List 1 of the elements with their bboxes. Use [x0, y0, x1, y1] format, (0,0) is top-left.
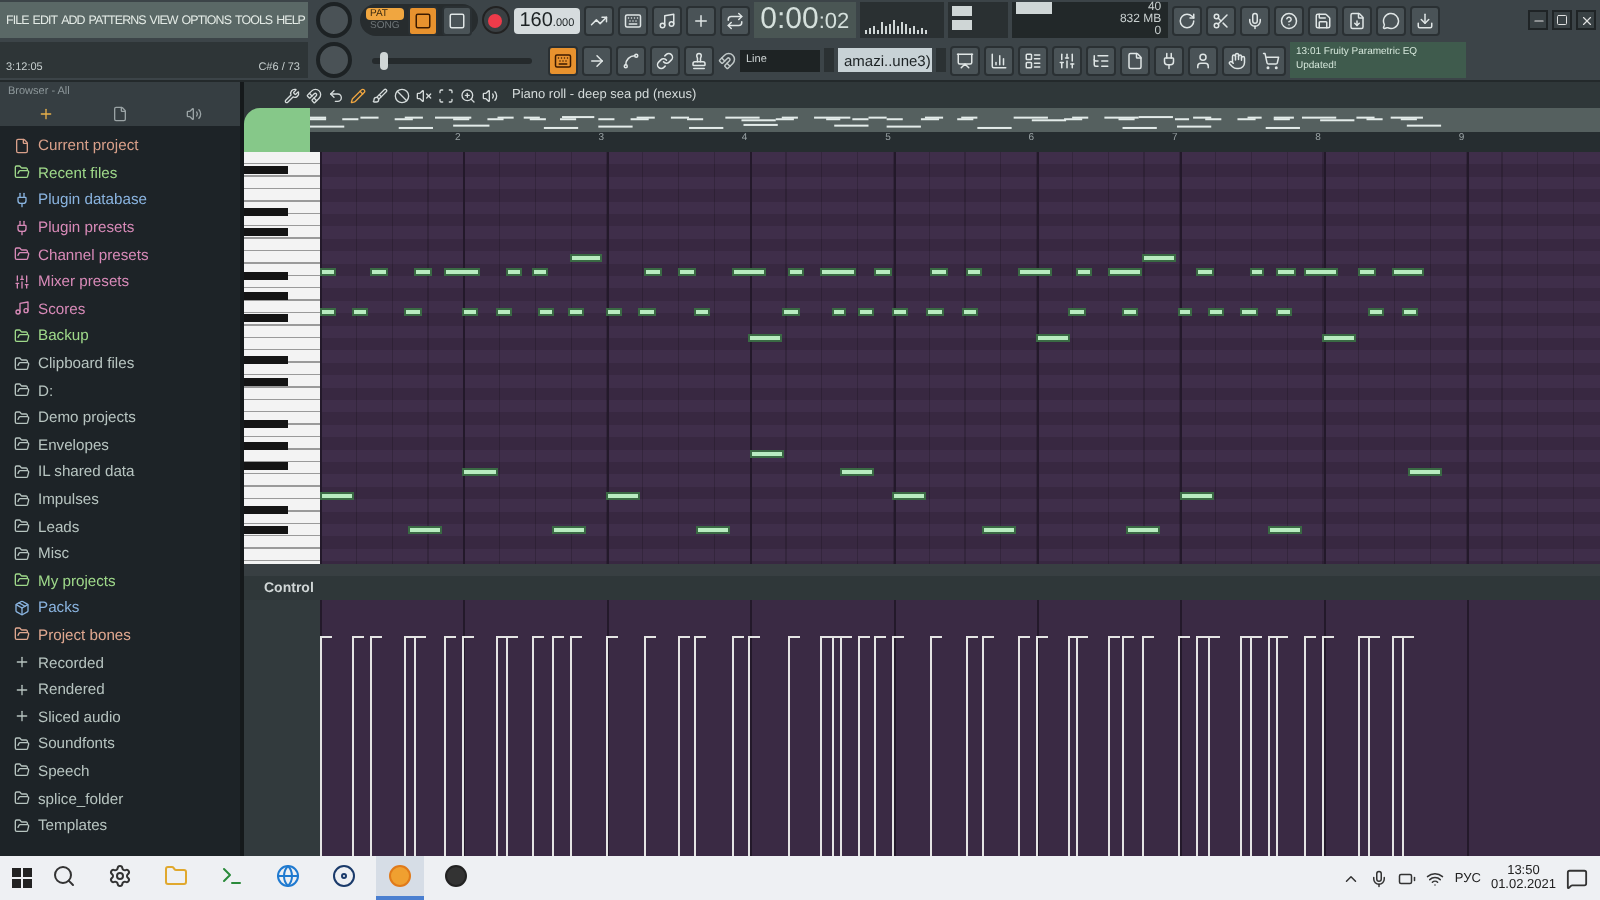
- time-display: 0:00:02: [754, 2, 856, 38]
